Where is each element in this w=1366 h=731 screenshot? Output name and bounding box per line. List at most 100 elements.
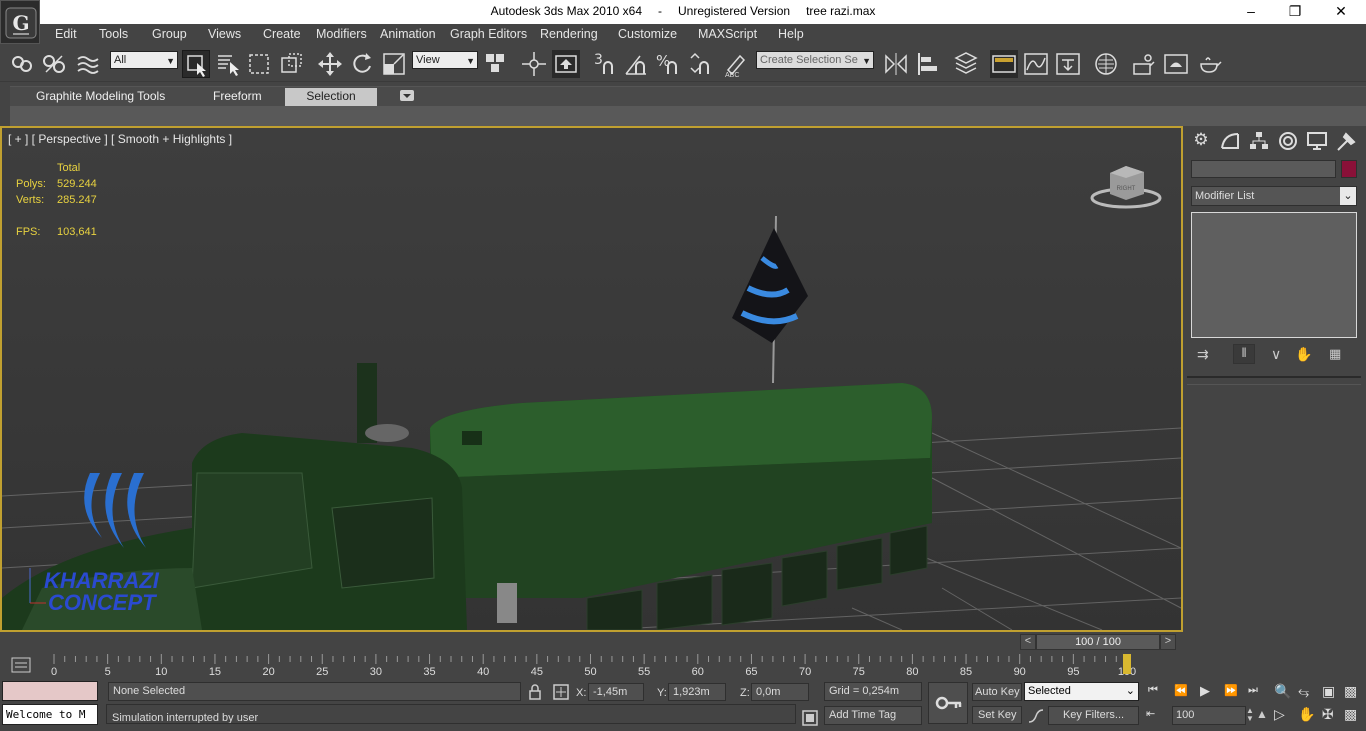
rectangular-selection-icon[interactable] <box>246 50 274 78</box>
previous-key-icon[interactable]: ⏪ <box>1174 684 1188 697</box>
render-setup-icon[interactable] <box>1130 50 1158 78</box>
layer-manager-icon[interactable] <box>952 50 980 78</box>
pan-view-icon[interactable]: ✋ <box>1298 706 1315 723</box>
key-mode-toggle-icon[interactable]: ⇤ <box>1146 707 1155 720</box>
display-icon[interactable] <box>1305 130 1329 152</box>
add-time-tag-button[interactable]: Add Time Tag <box>824 706 922 725</box>
next-key-icon[interactable]: ⏩ <box>1224 684 1238 697</box>
make-unique-icon[interactable]: ∨ <box>1271 346 1281 363</box>
modify-icon[interactable] <box>1218 130 1242 152</box>
selection-filter-dropdown[interactable]: All ▼ <box>110 51 178 69</box>
maximize-viewport-icon[interactable]: ▩ <box>1344 706 1357 723</box>
move-icon[interactable] <box>316 50 344 78</box>
angle-snap-icon[interactable] <box>622 50 650 78</box>
object-color-swatch[interactable] <box>1341 160 1357 178</box>
configure-modifier-sets-icon[interactable]: ▦ <box>1329 346 1341 362</box>
rotate-icon[interactable] <box>348 50 376 78</box>
menu-rendering[interactable]: Rendering <box>540 27 598 41</box>
menu-group[interactable]: Group <box>152 27 187 41</box>
named-selection-dropdown[interactable]: Create Selection Se ▼ <box>756 51 874 69</box>
menu-maxscript[interactable]: MAXScript <box>698 27 757 41</box>
bind-space-warp-icon[interactable] <box>74 50 102 78</box>
frame-spinner-icon[interactable]: ▲ ▼ <box>1246 707 1254 723</box>
menu-edit[interactable]: Edit <box>55 27 77 41</box>
mirror-icon[interactable] <box>882 50 910 78</box>
select-manipulate-icon[interactable] <box>520 50 548 78</box>
menu-customize[interactable]: Customize <box>618 27 677 41</box>
align-icon[interactable] <box>914 50 942 78</box>
modifier-stack-list[interactable] <box>1191 212 1357 338</box>
scale-icon[interactable] <box>380 50 408 78</box>
link-icon[interactable] <box>8 50 36 78</box>
tab-freeform[interactable]: Freeform <box>213 89 262 103</box>
material-editor-icon[interactable] <box>1092 50 1120 78</box>
default-in-out-tangent-icon[interactable] <box>1026 706 1046 726</box>
y-coordinate-field[interactable]: 1,923m <box>668 683 726 701</box>
auto-key-button[interactable]: Auto Key <box>972 683 1022 701</box>
absolute-mode-transform-icon[interactable] <box>551 682 571 702</box>
tab-graphite-modeling-tools[interactable]: Graphite Modeling Tools <box>36 89 165 103</box>
reference-coordinate-dropdown[interactable]: View ▼ <box>412 51 478 69</box>
zoom-icon[interactable]: 🔍 <box>1274 683 1291 700</box>
ribbon-options-icon[interactable] <box>400 90 414 101</box>
time-tag-icon[interactable] <box>800 708 820 728</box>
select-by-name-icon[interactable] <box>214 50 242 78</box>
remove-modifier-icon[interactable]: ✋ <box>1295 346 1312 363</box>
curve-editor-icon[interactable] <box>1022 50 1050 78</box>
time-slider-thumb[interactable]: 100 / 100 <box>1036 634 1160 650</box>
set-key-big-button[interactable] <box>928 682 968 724</box>
graphite-tools-toggle-icon[interactable] <box>990 50 1018 78</box>
menu-create[interactable]: Create <box>263 27 301 41</box>
mini-curve-editor-icon[interactable] <box>10 656 32 674</box>
keyboard-shortcut-override-icon[interactable] <box>552 50 580 78</box>
current-frame-marker[interactable] <box>1123 654 1131 674</box>
rendered-frame-window-icon[interactable] <box>1162 50 1190 78</box>
maxscript-listener[interactable]: Welcome to M <box>2 704 98 725</box>
track-bar[interactable]: 0510152025303540455055606570758085909510… <box>0 652 1183 678</box>
menu-graph-editors[interactable]: Graph Editors <box>450 27 527 41</box>
edit-named-selections-icon[interactable]: ABC <box>722 50 750 79</box>
modifier-list-dropdown[interactable]: Modifier List ⌄ <box>1191 186 1357 206</box>
field-of-view-icon[interactable]: ▷ <box>1274 706 1285 723</box>
set-key-button[interactable]: Set Key <box>972 706 1022 724</box>
z-coordinate-field[interactable]: 0,0m <box>751 683 809 701</box>
go-to-end-icon[interactable]: ⏭ <box>1248 684 1258 697</box>
unlink-icon[interactable] <box>40 50 68 78</box>
next-frame-icon[interactable]: > <box>1160 634 1176 650</box>
key-filters-button[interactable]: Key Filters... <box>1048 706 1139 725</box>
close-icon[interactable]: ✕ <box>1318 0 1364 24</box>
spinner-snap-icon[interactable] <box>686 50 714 78</box>
zoom-extents-all-icon[interactable]: ▩ <box>1344 683 1357 700</box>
orbit-icon[interactable]: ✠ <box>1322 706 1334 723</box>
motion-icon[interactable] <box>1276 130 1300 152</box>
lock-selection-icon[interactable] <box>525 682 545 702</box>
create-icon[interactable]: ⚙ <box>1189 130 1213 152</box>
key-mode-dropdown[interactable]: Selected ⌄ <box>1024 682 1139 701</box>
minimize-icon[interactable]: – <box>1228 0 1274 24</box>
window-crossing-icon[interactable] <box>278 50 306 78</box>
go-to-start-icon[interactable]: ⏮ <box>1148 684 1158 697</box>
show-end-result-icon[interactable]: ‖ <box>1233 344 1255 364</box>
app-menu-button[interactable]: G <box>0 0 40 44</box>
current-frame-field[interactable]: 100 <box>1172 706 1246 725</box>
pivot-center-icon[interactable] <box>482 50 510 78</box>
frame-ruler[interactable]: 0510152025303540455055606570758085909510… <box>40 652 1183 678</box>
restore-icon[interactable]: ❐ <box>1272 0 1318 24</box>
maxscript-mini-listener-pink[interactable] <box>2 681 98 701</box>
play-icon[interactable]: ▶ <box>1200 683 1210 699</box>
utilities-icon[interactable] <box>1334 130 1358 152</box>
menu-tools[interactable]: Tools <box>99 27 128 41</box>
viewport-label[interactable]: [ + ] [ Perspective ] [ Smooth + Highlig… <box>8 132 232 146</box>
menu-modifiers[interactable]: Modifiers <box>316 27 367 41</box>
zoom-all-icon[interactable]: ⥃ <box>1298 683 1309 700</box>
prev-frame-icon[interactable]: < <box>1020 634 1036 650</box>
object-name-field[interactable] <box>1191 160 1336 178</box>
tab-selection[interactable]: Selection <box>285 88 377 106</box>
time-configuration-icon[interactable]: ▲ <box>1256 707 1268 721</box>
perspective-viewport[interactable]: [ + ] [ Perspective ] [ Smooth + Highlig… <box>0 126 1183 632</box>
select-object-icon[interactable] <box>182 50 210 78</box>
quick-render-icon[interactable] <box>1196 50 1224 78</box>
zoom-extents-icon[interactable]: ▣ <box>1322 683 1335 700</box>
pin-stack-icon[interactable]: ⇉ <box>1197 346 1209 363</box>
menu-views[interactable]: Views <box>208 27 241 41</box>
